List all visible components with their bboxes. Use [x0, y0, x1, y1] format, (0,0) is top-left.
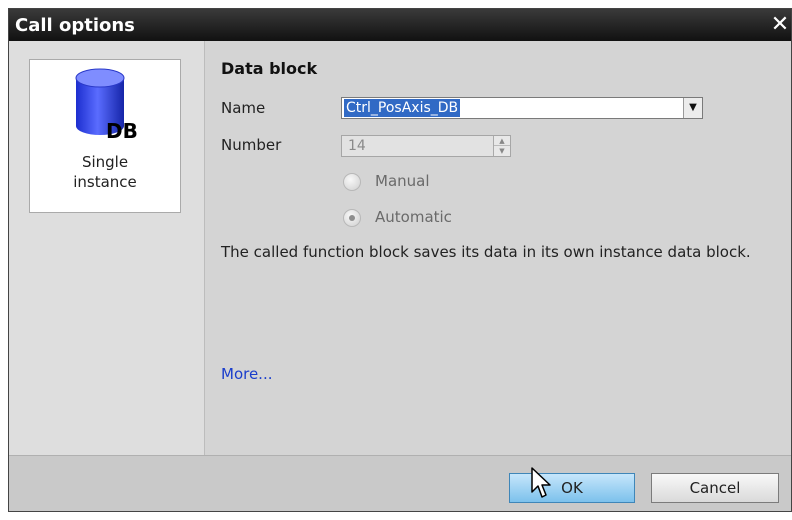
radio-selected-dot — [349, 215, 355, 221]
number-label: Number — [221, 136, 282, 154]
manual-radio-label: Manual — [375, 172, 430, 190]
instance-type-panel: DB Single instance — [9, 41, 205, 455]
chevron-down-icon[interactable]: ▼ — [683, 98, 702, 118]
name-label: Name — [221, 99, 266, 117]
db-icon-text: DB — [106, 119, 138, 143]
call-options-dialog: Call options ✕ DB Single instance Data b… — [8, 8, 792, 512]
name-combobox[interactable]: Ctrl_PosAxis_DB ▼ — [341, 97, 703, 119]
data-block-heading: Data block — [221, 59, 318, 78]
dialog-title: Call options — [15, 15, 135, 36]
single-instance-tile[interactable]: DB Single instance — [29, 59, 181, 213]
data-block-panel: Data block Name Ctrl_PosAxis_DB ▼ Number… — [205, 41, 791, 455]
ok-button[interactable]: OK — [509, 473, 635, 503]
number-stepper[interactable]: 14 ▲ ▼ — [341, 135, 511, 157]
stepper-buttons: ▲ ▼ — [493, 136, 510, 156]
tile-label-line2: instance — [73, 173, 137, 191]
stepper-down-icon[interactable]: ▼ — [494, 146, 510, 156]
title-bar: Call options ✕ — [9, 9, 791, 41]
single-instance-label: Single instance — [30, 152, 180, 192]
number-value: 14 — [348, 138, 366, 154]
manual-radio[interactable] — [343, 173, 361, 191]
cancel-button[interactable]: Cancel — [651, 473, 779, 503]
database-icon: DB — [75, 68, 138, 143]
description-text: The called function block saves its data… — [221, 243, 751, 261]
automatic-radio-label: Automatic — [375, 208, 452, 226]
name-value[interactable]: Ctrl_PosAxis_DB — [344, 99, 461, 117]
more-link[interactable]: More... — [221, 365, 273, 383]
mouse-cursor-icon — [531, 467, 551, 498]
tile-label-line1: Single — [81, 153, 129, 171]
dialog-footer: OK Cancel — [9, 455, 791, 511]
close-icon[interactable]: ✕ — [769, 9, 791, 41]
stepper-up-icon[interactable]: ▲ — [494, 136, 510, 146]
automatic-radio[interactable] — [343, 209, 361, 227]
